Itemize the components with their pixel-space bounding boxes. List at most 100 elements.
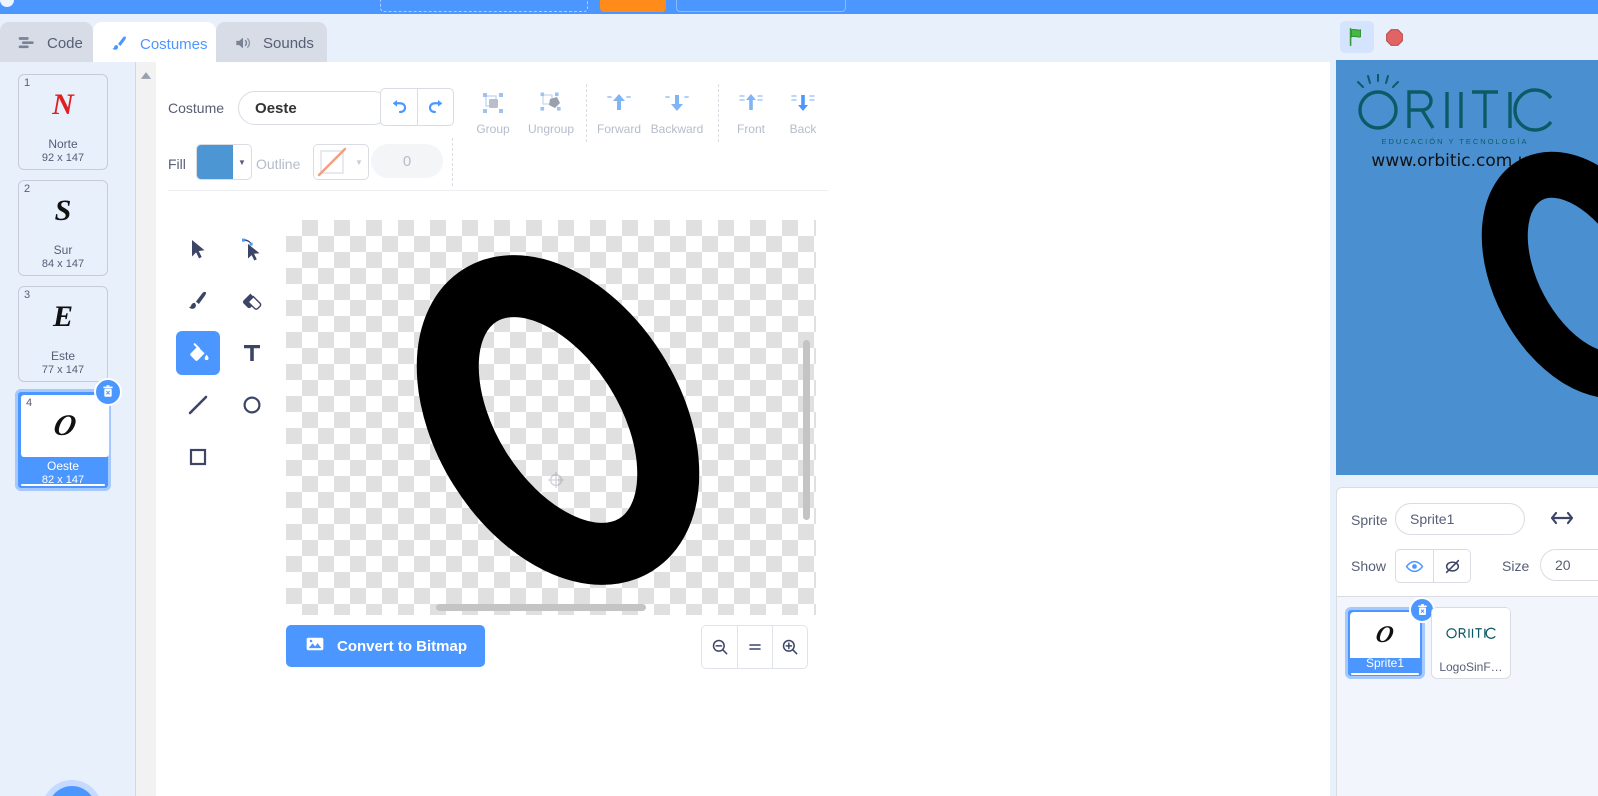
delete-costume-button[interactable] <box>94 378 122 406</box>
canvas-vertical-scrollbar[interactable] <box>803 340 810 520</box>
costume-item-norte[interactable]: N 1 Norte 92 x 147 <box>18 74 108 170</box>
costume-name-input[interactable] <box>238 91 391 125</box>
show-off-button[interactable] <box>1433 550 1470 582</box>
image-icon <box>304 634 326 658</box>
top-menu-bar <box>0 0 1598 14</box>
trash-icon <box>1417 603 1427 615</box>
paintbrush-icon <box>189 291 207 309</box>
zoom-reset-button[interactable] <box>737 626 772 668</box>
green-flag-button[interactable] <box>1340 21 1374 53</box>
menu-field-placeholder[interactable] <box>380 0 588 12</box>
backward-label: Backward <box>650 122 704 136</box>
sprite-tile-label: Sprite1 <box>1365 656 1405 670</box>
costume-thumbnail: O <box>21 395 109 457</box>
canvas-zoom-controls <box>701 625 808 669</box>
sprite-thumbnail: O <box>1350 612 1420 658</box>
sprite-tile-sprite1[interactable]: O Sprite1 <box>1345 597 1435 679</box>
front-button[interactable]: Front <box>722 86 780 136</box>
text-t-icon <box>244 345 260 361</box>
select-tool[interactable] <box>176 227 220 271</box>
canvas-artwork <box>416 255 700 585</box>
line-icon <box>188 395 208 415</box>
sprite-show-label: Show <box>1351 558 1387 574</box>
outline-width-input[interactable]: 0 <box>371 144 443 178</box>
group-button[interactable]: Group <box>464 86 522 136</box>
backward-button[interactable]: Backward <box>648 86 706 136</box>
outline-color-button[interactable]: ▼ <box>313 144 369 180</box>
redo-button[interactable] <box>417 89 453 125</box>
reshape-tool[interactable] <box>230 227 274 271</box>
sprite-name-input[interactable] <box>1395 503 1525 535</box>
costume-list-scrollbar[interactable] <box>136 84 156 796</box>
sprite-info-panel: Sprite Show <box>1336 487 1598 597</box>
outline-width-value: 0 <box>402 152 412 170</box>
code-icon <box>16 33 38 53</box>
eraser-tool[interactable] <box>230 279 274 323</box>
sprite-tile-logo[interactable]: LogoSinF… <box>1431 607 1511 679</box>
toolbar-divider-2 <box>718 84 719 142</box>
costume-thumbnail: E <box>19 287 107 347</box>
text-tool[interactable] <box>230 331 274 375</box>
costume-glyph: N <box>52 88 74 121</box>
stage[interactable]: EDUCACIÓN Y TECNOLOGÍA www.orbitic.com.u… <box>1336 60 1598 475</box>
fill-row-divider <box>452 138 453 186</box>
costume-name-group: Costume <box>168 88 391 128</box>
center-crosshair-icon <box>548 472 564 488</box>
sprite-size-input[interactable]: 20 <box>1540 549 1598 581</box>
add-costume-button[interactable] <box>48 786 96 796</box>
costume-list-scroll-up[interactable] <box>136 62 156 84</box>
front-icon <box>722 86 780 120</box>
fill-tool[interactable] <box>176 331 220 375</box>
ungroup-button[interactable]: Ungroup <box>522 86 580 136</box>
back-label: Back <box>789 122 817 136</box>
convert-to-bitmap-button[interactable]: Convert to Bitmap <box>286 625 486 667</box>
costume-item-oeste[interactable]: O 4 Oeste 82 x 147 <box>15 378 122 491</box>
square-icon <box>189 448 207 466</box>
zoom-in-button[interactable] <box>772 626 807 668</box>
brush-tool[interactable] <box>176 279 220 323</box>
eye-icon <box>1405 560 1424 572</box>
menu-dot-indicator <box>0 0 14 7</box>
front-label: Front <box>736 122 765 136</box>
back-button[interactable]: Back <box>774 86 832 136</box>
stage-column: EDUCACIÓN Y TECNOLOGÍA www.orbitic.com.u… <box>1330 14 1598 796</box>
sprite-size-value: 20 <box>1555 557 1571 573</box>
stage-sprite-letter-o <box>1481 151 1598 399</box>
menu-secondary-button[interactable] <box>676 0 846 12</box>
tab-costumes-label: Costumes <box>140 35 208 53</box>
costume-thumbnail: S <box>19 181 107 241</box>
circle-tool[interactable] <box>230 383 274 427</box>
convert-to-bitmap-label: Convert to Bitmap <box>337 637 468 655</box>
rectangle-tool[interactable] <box>176 435 220 479</box>
tab-code[interactable]: Code <box>0 22 93 64</box>
costume-item-sur[interactable]: S 2 Sur 84 x 147 <box>18 180 108 276</box>
tab-costumes[interactable]: Costumes <box>93 22 216 66</box>
scratch-costume-editor: Code Costumes Sounds N 1 Norte 92 x 147 … <box>0 0 1598 796</box>
zoom-reset-icon <box>749 644 761 650</box>
forward-button[interactable]: Forward <box>590 86 648 136</box>
costume-name: Sur <box>53 243 73 257</box>
undo-button[interactable] <box>381 89 417 125</box>
eye-slash-icon <box>1445 559 1459 573</box>
zoom-out-button[interactable] <box>702 626 737 668</box>
costume-index: 4 <box>26 397 33 409</box>
costume-item-este[interactable]: E 3 Este 77 x 147 <box>18 286 108 382</box>
forward-label: Forward <box>596 122 641 136</box>
menu-primary-button[interactable] <box>600 0 666 12</box>
editor-tab-bar: Code Costumes Sounds <box>0 14 1330 76</box>
tab-sounds[interactable]: Sounds <box>216 22 327 64</box>
costume-glyph: S <box>54 194 72 227</box>
show-on-button[interactable] <box>1396 550 1433 582</box>
zoom-out-icon <box>712 639 727 655</box>
no-color-icon <box>317 147 347 177</box>
line-tool[interactable] <box>176 383 220 427</box>
trash-icon <box>103 385 113 397</box>
outline-label: Outline <box>256 156 301 172</box>
fill-color-button[interactable]: ▼ <box>196 144 252 180</box>
undo-redo-group <box>380 88 454 126</box>
reshape-icon <box>242 238 260 261</box>
stop-button[interactable] <box>1378 21 1410 53</box>
paint-canvas[interactable] <box>286 220 816 615</box>
canvas-horizontal-scrollbar[interactable] <box>436 604 646 611</box>
costume-dimensions: 82 x 147 <box>41 474 85 486</box>
